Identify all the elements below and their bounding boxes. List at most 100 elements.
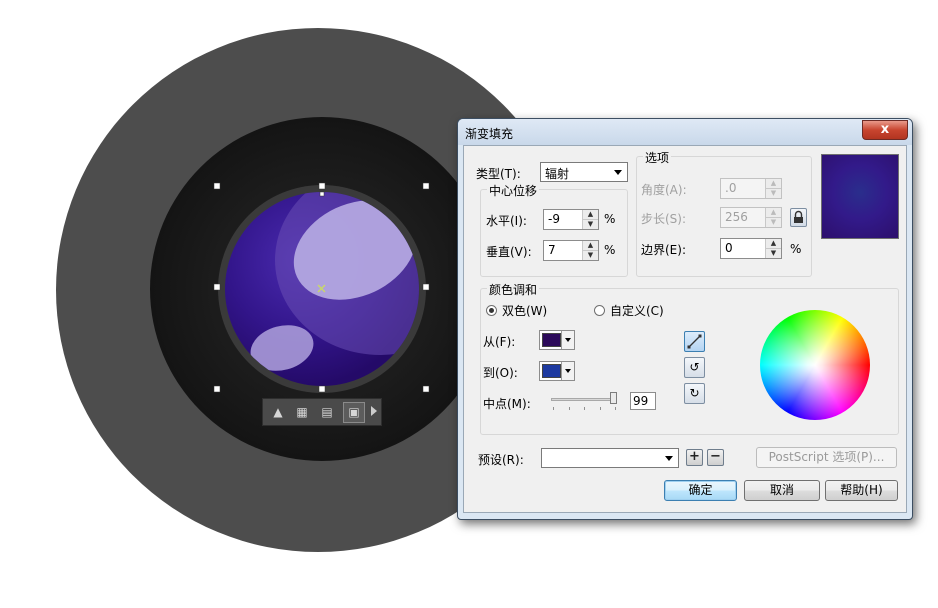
spin-down-icon[interactable]: ▼: [583, 220, 598, 229]
minus-icon: −: [710, 449, 721, 464]
chevron-down-icon: [665, 456, 673, 461]
clockwise-blend-button[interactable]: ↻: [684, 383, 705, 404]
handle-bottom-center[interactable]: [318, 385, 326, 393]
spin-up-icon[interactable]: ▲: [583, 210, 598, 220]
handle-bottom-right[interactable]: [422, 385, 430, 393]
color-wheel[interactable]: [760, 310, 870, 420]
postscript-options-button[interactable]: PostScript 选项(P)...: [756, 447, 897, 468]
steps-label: 步长(S):: [641, 212, 687, 226]
two-color-label[interactable]: 双色(W): [502, 302, 547, 319]
cancel-button[interactable]: 取消: [744, 480, 820, 501]
edge-value: 0: [725, 241, 733, 255]
spin-up-icon[interactable]: ▲: [766, 239, 781, 249]
node-handle[interactable]: [319, 191, 325, 197]
angle-label: 角度(A):: [641, 183, 687, 197]
vertical-spinner[interactable]: ▲ ▼: [582, 241, 598, 260]
custom-label[interactable]: 自定义(C): [610, 302, 664, 319]
lock-icon: [794, 210, 803, 223]
handle-top-center[interactable]: [318, 182, 326, 190]
to-label: 到(O):: [483, 366, 518, 380]
steps-lock-button[interactable]: [790, 208, 807, 227]
clockwise-arrow-icon: ↻: [689, 386, 700, 400]
add-preset-button[interactable]: +: [686, 449, 703, 466]
from-color-swatch: [542, 333, 561, 347]
help-button[interactable]: 帮助(H): [825, 480, 898, 501]
spin-up-icon[interactable]: ▲: [766, 208, 781, 218]
color-blend-label: 颜色调和: [487, 281, 540, 298]
midpoint-value: 99: [633, 394, 649, 408]
spin-down-icon[interactable]: ▼: [766, 218, 781, 227]
midpoint-value-box[interactable]: 99: [630, 392, 656, 410]
fill-tool-icon[interactable]: ▣: [343, 402, 365, 423]
type-value: 辐射: [545, 167, 570, 181]
handle-middle-right[interactable]: [422, 283, 430, 291]
two-color-radio[interactable]: [486, 305, 497, 316]
horizontal-spinner[interactable]: ▲ ▼: [582, 210, 598, 229]
edge-spinner[interactable]: ▲ ▼: [765, 239, 781, 258]
midpoint-slider-thumb[interactable]: [610, 392, 617, 404]
from-label: 从(F):: [483, 335, 516, 349]
ok-button[interactable]: 确定: [664, 480, 737, 501]
horizontal-unit: %: [604, 212, 616, 226]
chevron-down-icon: [614, 170, 622, 175]
plus-icon: +: [689, 449, 700, 464]
presets-select[interactable]: [541, 448, 679, 468]
midpoint-label: 中点(M):: [483, 397, 531, 411]
angle-input[interactable]: .0 ▲ ▼: [720, 178, 782, 199]
counterclockwise-blend-button[interactable]: ↺: [684, 357, 705, 378]
to-color-swatch: [542, 364, 561, 378]
chevron-down-icon: [561, 362, 574, 380]
presets-label: 预设(R):: [478, 453, 524, 467]
remove-preset-button[interactable]: −: [707, 449, 724, 466]
linear-blend-button[interactable]: [684, 331, 705, 352]
frame-icon[interactable]: ▦: [293, 404, 311, 420]
slider-tick: [569, 407, 570, 410]
horizontal-offset-value: -9: [548, 212, 560, 226]
steps-input[interactable]: 256 ▲ ▼: [720, 207, 782, 228]
dialog-titlebar[interactable]: 渐变填充 x: [458, 119, 912, 145]
handle-middle-left[interactable]: [213, 283, 221, 291]
export-icon[interactable]: ▲: [269, 404, 287, 420]
slider-tick: [553, 407, 554, 410]
to-color-picker[interactable]: [539, 361, 575, 381]
handle-top-right[interactable]: [422, 182, 430, 190]
vertical-offset-value: 7: [548, 243, 556, 257]
center-offset-group: 中心位移: [480, 182, 628, 277]
gradient-preview: [821, 154, 899, 239]
direct-line-icon: [687, 334, 702, 349]
dialog-title: 渐变填充: [465, 127, 514, 141]
handle-top-left[interactable]: [213, 182, 221, 190]
floating-property-bar: ▲ ▦ ▤ ▣: [262, 398, 382, 426]
chevron-down-icon: [561, 331, 574, 349]
horizontal-offset-input[interactable]: -9 ▲ ▼: [543, 209, 599, 230]
vertical-unit: %: [604, 243, 616, 257]
edge-input[interactable]: 0 ▲ ▼: [720, 238, 782, 259]
spin-up-icon[interactable]: ▲: [766, 179, 781, 189]
vertical-offset-input[interactable]: 7 ▲ ▼: [543, 240, 599, 261]
angle-value: .0: [725, 181, 737, 195]
slider-tick: [615, 407, 616, 410]
expand-arrow-icon[interactable]: [371, 406, 377, 416]
edge-unit: %: [790, 242, 802, 256]
custom-radio[interactable]: [594, 305, 605, 316]
handle-bottom-left[interactable]: [213, 385, 221, 393]
steps-spinner[interactable]: ▲ ▼: [765, 208, 781, 227]
midpoint-slider-track[interactable]: [551, 398, 617, 401]
vertical-label: 垂直(V):: [486, 245, 532, 259]
folder-icon[interactable]: ▤: [318, 404, 336, 420]
spin-down-icon[interactable]: ▼: [766, 189, 781, 198]
angle-spinner[interactable]: ▲ ▼: [765, 179, 781, 198]
counterclockwise-arrow-icon: ↺: [689, 360, 700, 374]
from-color-picker[interactable]: [539, 330, 575, 350]
spin-down-icon[interactable]: ▼: [766, 249, 781, 258]
close-button[interactable]: x: [862, 120, 908, 140]
spin-up-icon[interactable]: ▲: [583, 241, 598, 251]
type-select[interactable]: 辐射: [540, 162, 628, 182]
horizontal-label: 水平(I):: [486, 214, 527, 228]
slider-tick: [584, 407, 585, 410]
edge-label: 边界(E):: [641, 243, 686, 257]
slider-tick: [600, 407, 601, 410]
steps-value: 256: [725, 210, 748, 224]
spin-down-icon[interactable]: ▼: [583, 251, 598, 260]
center-offset-label: 中心位移: [487, 182, 540, 199]
